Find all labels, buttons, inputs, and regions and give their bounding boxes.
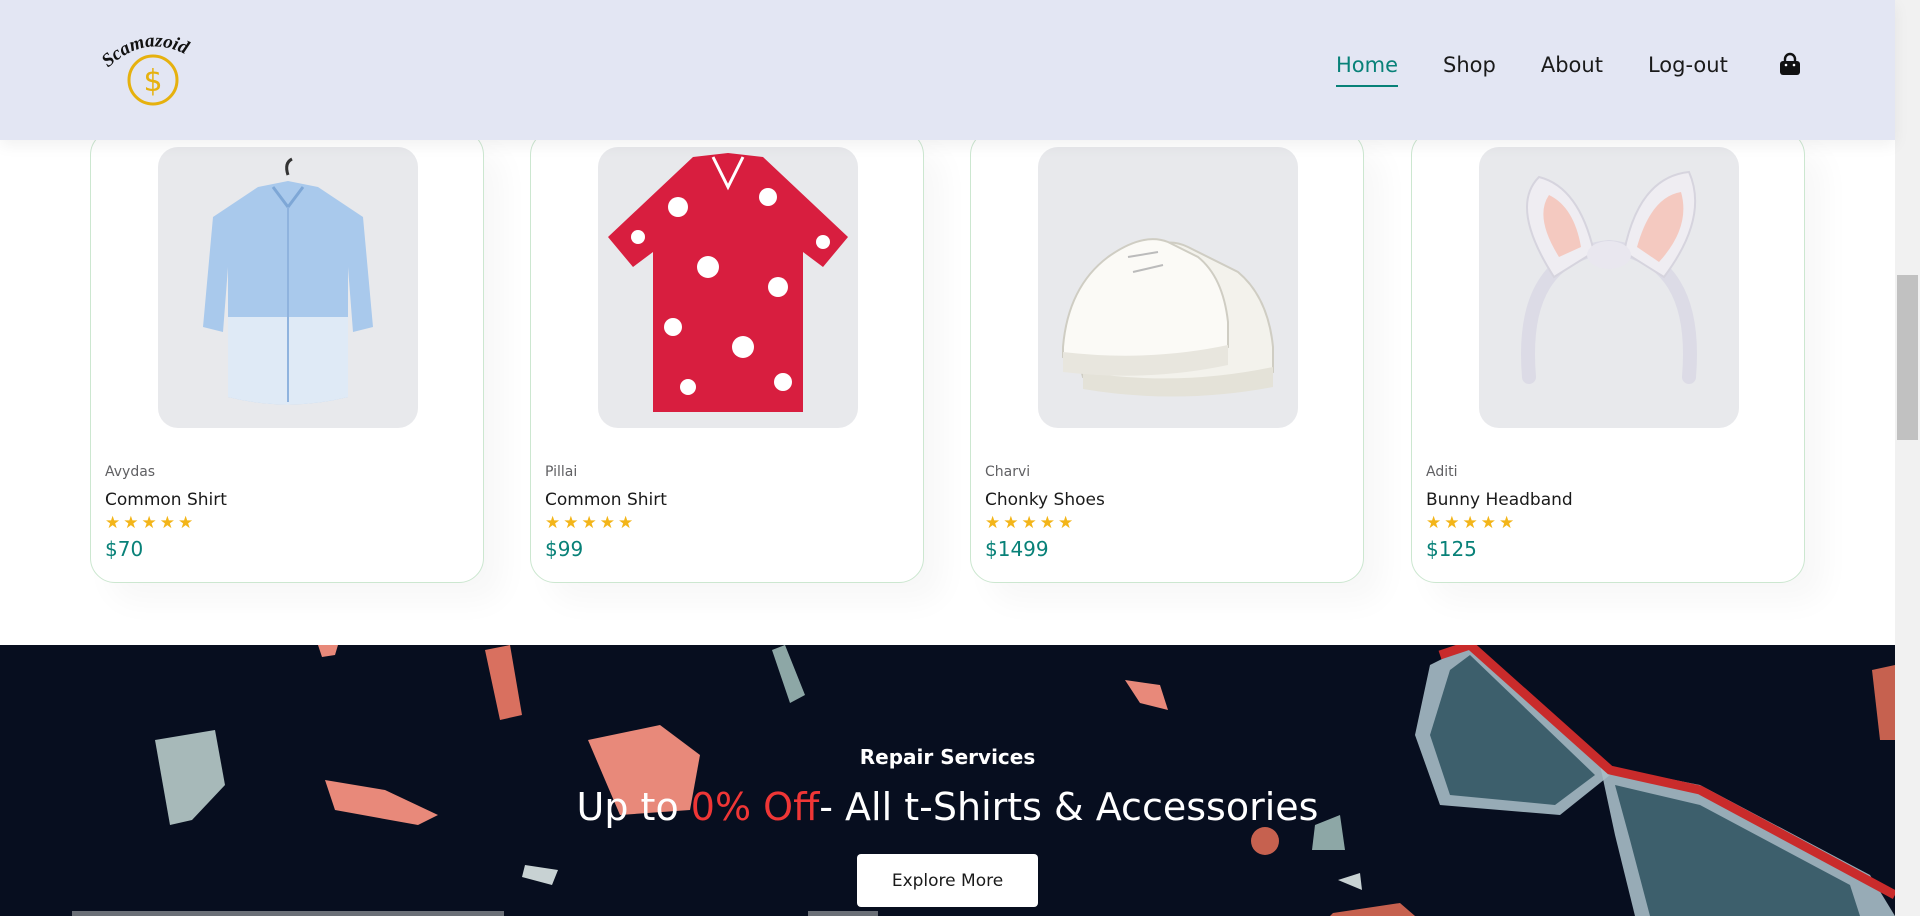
nav-home[interactable]: Home [1336,53,1399,87]
product-brand: Pillai [545,464,578,480]
promo-banner: Repair Services Up to 0% Off- All t-Shir… [0,645,1895,916]
page-scrollbar-track[interactable] [1895,0,1920,916]
banner-title: Up to 0% Off- All t-Shirts & Accessories [0,785,1895,829]
star-rating: ★★★★★ [105,513,197,533]
explore-more-button[interactable]: Explore More [857,854,1038,907]
shirt-image [203,157,373,405]
page-scrollbar-thumb[interactable] [1897,275,1918,440]
headband-image [1521,170,1697,384]
product-brand: Avydas [105,464,156,480]
product-price: $1499 [985,537,1049,561]
nav-about[interactable]: About [1541,53,1603,77]
product-name: Common Shirt [545,490,667,510]
product-card[interactable]: Avydas Common Shirt ★★★★★ $70 [90,130,484,583]
product-brand: Charvi [985,464,1031,480]
product-card[interactable]: Charvi Chonky Shoes ★★★★★ $1499 [970,130,1364,583]
nav-logout[interactable]: Log-out [1648,53,1728,77]
banner-subtitle: Repair Services [859,745,1036,769]
product-name: Bunny Headband [1426,490,1573,510]
shoes-image [1062,238,1274,397]
product-card[interactable]: Aditi Bunny Headband ★★★★★ $125 [1411,130,1805,583]
product-image[interactable] [1479,147,1739,428]
product-image[interactable] [598,147,858,428]
star-rating: ★★★★★ [545,513,637,533]
shirt-image [608,153,848,412]
product-image[interactable] [158,147,418,428]
shopping-bag-icon[interactable] [1777,52,1803,78]
main-nav: Home Shop About Log-out [1336,52,1803,87]
banner-title-prefix: Up to [576,785,691,829]
product-price: $125 [1426,537,1477,561]
banner-title-suffix: - All t-Shirts & Accessories [819,785,1319,829]
product-image[interactable] [1038,147,1298,428]
logo-symbol: $ [143,64,162,99]
product-price: $70 [105,537,144,561]
site-logo[interactable]: Scamazoid $ [100,30,215,110]
banner-discount-highlight: 0% Off [690,785,820,829]
star-rating: ★★★★★ [985,513,1077,533]
product-name: Chonky Shoes [985,490,1105,510]
product-price: $99 [545,537,584,561]
product-brand: Aditi [1426,464,1458,480]
star-rating: ★★★★★ [1426,513,1518,533]
product-card[interactable]: Pillai Common Shirt ★★★★★ $99 [530,130,924,583]
product-name: Common Shirt [105,490,227,510]
nav-shop[interactable]: Shop [1443,53,1496,77]
site-header: Scamazoid $ Home Shop About Log-out [0,0,1895,140]
